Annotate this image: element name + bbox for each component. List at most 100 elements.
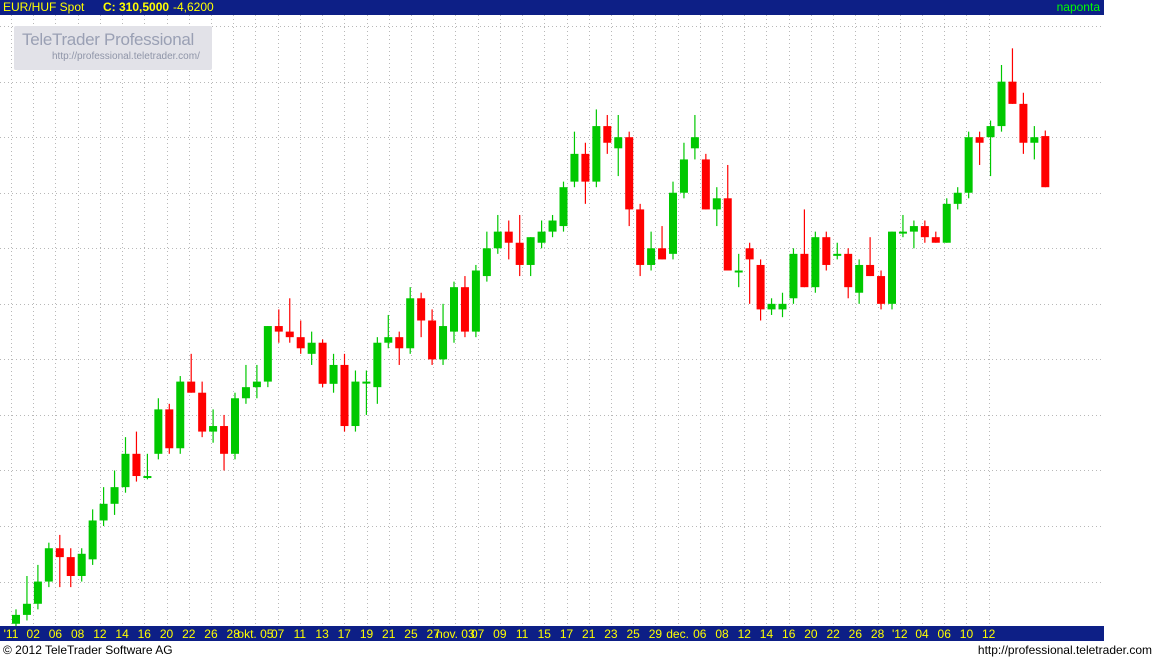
candle-body bbox=[920, 226, 929, 238]
candle-body bbox=[351, 381, 360, 427]
candle-body bbox=[110, 487, 119, 504]
candle-body bbox=[909, 226, 918, 232]
candle-up bbox=[789, 248, 798, 304]
candle-up bbox=[559, 181, 568, 232]
x-tick-label: 04 bbox=[915, 627, 929, 641]
x-tick-label: dec. bbox=[666, 627, 689, 641]
candle-body bbox=[33, 581, 42, 604]
candle-body bbox=[165, 409, 174, 449]
candle-up bbox=[942, 198, 951, 243]
candle-body bbox=[866, 264, 875, 277]
x-tick-label: 14 bbox=[760, 627, 774, 641]
candle-body bbox=[198, 392, 207, 432]
candle-down bbox=[701, 153, 710, 210]
candle-body bbox=[176, 381, 185, 449]
x-tick-label: 12 bbox=[982, 627, 996, 641]
candle-body bbox=[384, 337, 393, 343]
change-label: -4,6200 bbox=[173, 0, 214, 14]
candle-body bbox=[439, 326, 448, 360]
candle-body bbox=[515, 242, 524, 265]
candle-body bbox=[263, 326, 272, 382]
candle-body bbox=[997, 81, 1006, 127]
candle-body bbox=[603, 126, 612, 143]
candle-down bbox=[340, 353, 349, 432]
candle-body bbox=[296, 337, 305, 349]
x-tick-label: 08 bbox=[715, 627, 729, 641]
candle-body bbox=[548, 220, 557, 232]
x-tick-label: 17 bbox=[338, 627, 352, 641]
candle-down bbox=[1041, 130, 1050, 188]
candle-body bbox=[504, 231, 513, 243]
candle-body bbox=[931, 237, 940, 243]
candle-body bbox=[745, 248, 754, 260]
x-tick-label: 14 bbox=[115, 627, 129, 641]
close-price-label: C: 310,5000 bbox=[103, 0, 170, 14]
x-tick-label: okt. 05 bbox=[237, 627, 273, 641]
x-tick-label: 07 bbox=[471, 627, 485, 641]
candle-body bbox=[231, 398, 239, 454]
plot-background bbox=[0, 15, 1104, 626]
candle-body bbox=[756, 264, 765, 310]
candle-body bbox=[450, 287, 458, 332]
x-tick-label: 20 bbox=[804, 627, 818, 641]
candle-body bbox=[669, 192, 677, 254]
candle-body bbox=[712, 198, 721, 210]
candle-body bbox=[822, 237, 831, 265]
watermark-brand: TeleTrader Professional bbox=[22, 30, 194, 49]
teletrader-logo-watermark: TeleTrader Professional http://professio… bbox=[14, 26, 212, 70]
candle-body bbox=[143, 476, 152, 479]
candle-body bbox=[22, 603, 31, 615]
candle-body bbox=[778, 303, 787, 310]
watermark-url: http://professional.teletrader.com/ bbox=[52, 51, 200, 62]
candle-body bbox=[592, 126, 601, 182]
candle-body bbox=[625, 137, 634, 210]
x-tick-label: 12 bbox=[738, 627, 752, 641]
x-tick-label: 16 bbox=[138, 627, 152, 641]
price-axis-panel bbox=[1104, 0, 1156, 626]
candle-body bbox=[953, 192, 962, 204]
candle-body bbox=[647, 248, 656, 265]
candle-up bbox=[176, 376, 185, 454]
candle-up bbox=[471, 264, 480, 338]
candle-body bbox=[1008, 81, 1017, 104]
candle-body bbox=[614, 137, 623, 149]
candle-body bbox=[767, 303, 776, 310]
candle-body bbox=[690, 137, 699, 149]
candle-body bbox=[975, 137, 984, 143]
x-tick-label: 06 bbox=[49, 627, 63, 641]
x-tick-label: 22 bbox=[826, 627, 840, 641]
candle-body bbox=[898, 231, 907, 234]
x-tick-label: 11 bbox=[516, 627, 529, 641]
candle-body bbox=[154, 409, 163, 454]
x-tick-label: 09 bbox=[493, 627, 507, 641]
candle-up bbox=[263, 326, 272, 388]
x-tick-label: 06 bbox=[693, 627, 707, 641]
x-tick-label: '11 bbox=[4, 627, 19, 641]
candle-down bbox=[318, 339, 327, 388]
x-tick-label: nov. 03 bbox=[436, 627, 475, 641]
candle-body bbox=[1019, 103, 1028, 143]
candle-body bbox=[658, 248, 667, 260]
x-tick-label: 21 bbox=[582, 627, 596, 641]
candle-up bbox=[44, 542, 53, 588]
candle-body bbox=[220, 426, 229, 454]
candle-body bbox=[428, 320, 437, 360]
candle-body bbox=[406, 298, 415, 349]
candle-body bbox=[285, 331, 294, 338]
candle-body bbox=[526, 237, 535, 265]
candle-body bbox=[493, 231, 502, 249]
candle-body bbox=[964, 137, 973, 193]
candle-down bbox=[877, 270, 886, 310]
candle-body bbox=[855, 264, 864, 293]
candle-up bbox=[811, 231, 820, 293]
candle-body bbox=[373, 342, 382, 388]
footer-bar: © 2012 TeleTrader Software AG http://pro… bbox=[0, 641, 1156, 659]
x-tick-label: 17 bbox=[560, 627, 574, 641]
candle-body bbox=[942, 203, 951, 243]
candle-body bbox=[12, 614, 20, 624]
candle-body bbox=[734, 270, 743, 273]
candle-body bbox=[99, 503, 108, 521]
candle-up bbox=[964, 131, 973, 199]
x-tick-label: 11 bbox=[294, 627, 307, 641]
x-axis-ticks: '11 02 06 08 12 14 16 20 22 26 28okt. 0507 11 13 17 19… bbox=[4, 627, 996, 641]
